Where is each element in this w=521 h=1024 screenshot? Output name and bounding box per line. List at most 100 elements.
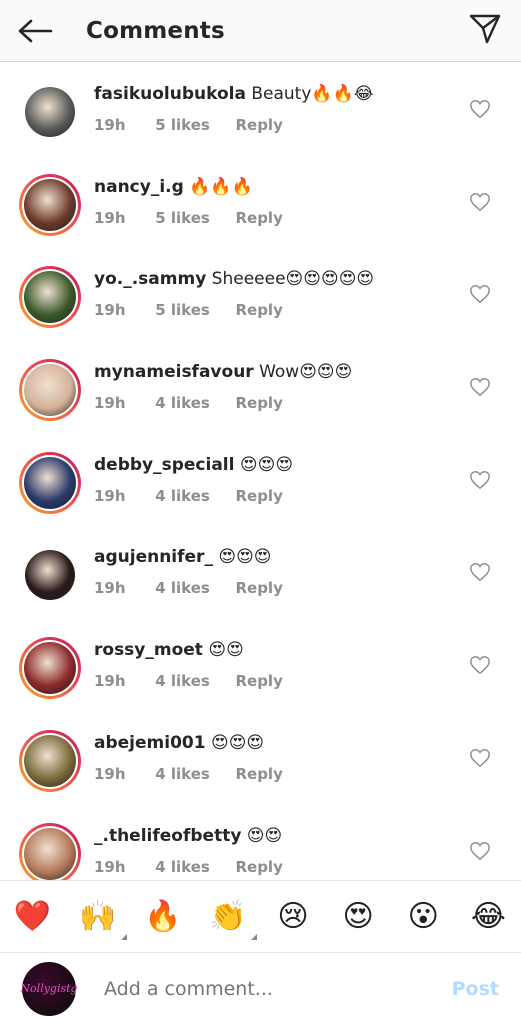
comment-meta: 19h 5 likes Reply [94,209,283,227]
post-button[interactable]: Post [452,978,499,1000]
comment-line: agujennifer_ 😍😍😍 [94,547,272,567]
comment-text: Sheeeee😍😍😍😍😍 [206,269,375,290]
comment-time: 19h [94,394,126,413]
comment-time: 19h [94,579,126,598]
like-button[interactable] [469,840,491,862]
avatar-photo [24,827,76,880]
emoji-option[interactable]: 😂 [463,899,513,934]
comment-username[interactable]: agujennifer_ [94,547,213,567]
comment-likes[interactable]: 4 likes [155,858,230,876]
avatar-photo [24,642,76,695]
avatar-photo [25,550,75,601]
back-button[interactable] [0,0,70,62]
commenter-avatar[interactable] [19,822,81,880]
reply-button[interactable]: Reply [235,765,282,783]
comment-line: yo._.sammy Sheeeee😍😍😍😍😍 [94,269,374,289]
avatar-border [23,548,77,603]
comment-time: 19h [94,486,126,505]
avatar-border [22,176,78,233]
skin-tone-indicator [250,934,257,940]
comment-row: mynameisfavour Wow😍😍😍 19h 4 likes Reply [0,340,521,433]
comment-meta: 19h 4 likes Reply [94,394,283,412]
reply-button[interactable]: Reply [235,209,282,227]
commenter-avatar[interactable] [19,359,81,422]
commenter-avatar[interactable] [19,266,81,329]
like-button[interactable] [469,376,491,398]
reply-button[interactable]: Reply [235,487,282,505]
emoji-quick-bar: ❤️ 🙌 🔥 👏 😢 😍 😮 😂 [0,880,521,952]
commenter-avatar[interactable] [19,637,81,700]
avatar-border [22,269,78,326]
share-button[interactable] [465,8,505,48]
comment-row: rossy_moet 😍😍 19h 4 likes Reply [0,618,521,711]
heart-outline-icon [470,656,490,675]
comment-username[interactable]: debby_speciall [94,455,234,475]
reply-button[interactable]: Reply [235,858,282,876]
avatar-text: Nollygistg [20,982,78,995]
reply-button[interactable]: Reply [235,579,282,597]
comment-time: 19h [94,857,126,876]
comment-row: debby_speciall 😍😍😍 19h 4 likes Reply [0,433,521,526]
avatar-border [23,85,77,139]
heart-outline-icon [470,841,490,860]
comment-username[interactable]: yo._.sammy [94,269,206,289]
reply-button[interactable]: Reply [235,116,282,134]
reply-button[interactable]: Reply [235,301,282,319]
comment-line: mynameisfavour Wow😍😍😍 [94,362,352,382]
emoji-option[interactable]: 😮 [398,899,448,934]
reply-button[interactable]: Reply [235,672,282,690]
like-button[interactable] [469,747,491,769]
comment-time: 19h [94,764,126,783]
comment-likes[interactable]: 4 likes [155,672,230,690]
comment-likes[interactable]: 4 likes [155,487,230,505]
like-button[interactable] [469,469,491,491]
comment-likes[interactable]: 4 likes [155,579,230,597]
like-button[interactable] [469,561,491,583]
back-arrow-icon [18,19,53,42]
emoji-option[interactable]: ❤️ [8,899,58,934]
commenter-avatar[interactable] [19,173,81,236]
commenter-avatar[interactable] [19,729,81,792]
comment-input[interactable] [104,977,452,1000]
emoji-option[interactable]: 😢 [268,899,318,934]
comment-username[interactable]: rossy_moet [94,640,203,660]
comment-row: fasikuolubukola Beauty🔥🔥😂 19h 5 likes Re… [0,62,521,155]
comment-likes[interactable]: 5 likes [155,209,230,227]
comment-username[interactable]: fasikuolubukola [94,84,246,104]
heart-outline-icon [470,100,490,119]
avatar-border [22,732,78,789]
avatar-photo [25,87,75,137]
comment-username[interactable]: nancy_i.g [94,177,184,197]
like-button[interactable] [469,191,491,213]
like-button[interactable] [469,283,491,305]
top-bar: Comments [0,0,521,62]
emoji-option[interactable]: 👏 [203,899,257,940]
comment-username[interactable]: abejemi001 [94,733,206,753]
comment-text: 😍😍😍 [205,732,265,753]
like-button[interactable] [469,98,491,120]
comment-composer: Nollygistg Post [0,952,521,1024]
like-button[interactable] [469,654,491,676]
comment-username[interactable]: mynameisfavour [94,362,254,382]
comment-likes[interactable]: 4 likes [155,765,230,783]
comment-meta: 19h 5 likes Reply [94,116,283,134]
heart-outline-icon [470,748,490,768]
commenter-avatar[interactable] [19,451,81,514]
comment-likes[interactable]: 4 likes [155,394,230,412]
comment-text: 😍😍 [241,825,283,846]
emoji-option[interactable]: 🙌 [73,899,127,940]
emoji-option[interactable]: 😍 [333,899,383,934]
commenter-avatar[interactable] [19,81,81,143]
comment-username[interactable]: _.thelifeofbetty [94,826,241,846]
current-user-avatar[interactable]: Nollygistg [20,961,78,1016]
emoji-option[interactable]: 🔥 [138,899,188,934]
comment-meta: 19h 4 likes Reply [94,672,283,690]
comment-row: abejemi001 😍😍😍 19h 4 likes Reply [0,711,521,804]
heart-outline-icon [470,563,490,582]
heart-outline-icon [470,378,490,397]
comment-likes[interactable]: 5 likes [155,116,230,134]
commenter-avatar[interactable] [19,544,81,606]
comment-likes[interactable]: 5 likes [155,301,230,319]
reply-button[interactable]: Reply [235,394,282,412]
comment-list[interactable]: fasikuolubukola Beauty🔥🔥😂 19h 5 likes Re… [0,62,521,880]
